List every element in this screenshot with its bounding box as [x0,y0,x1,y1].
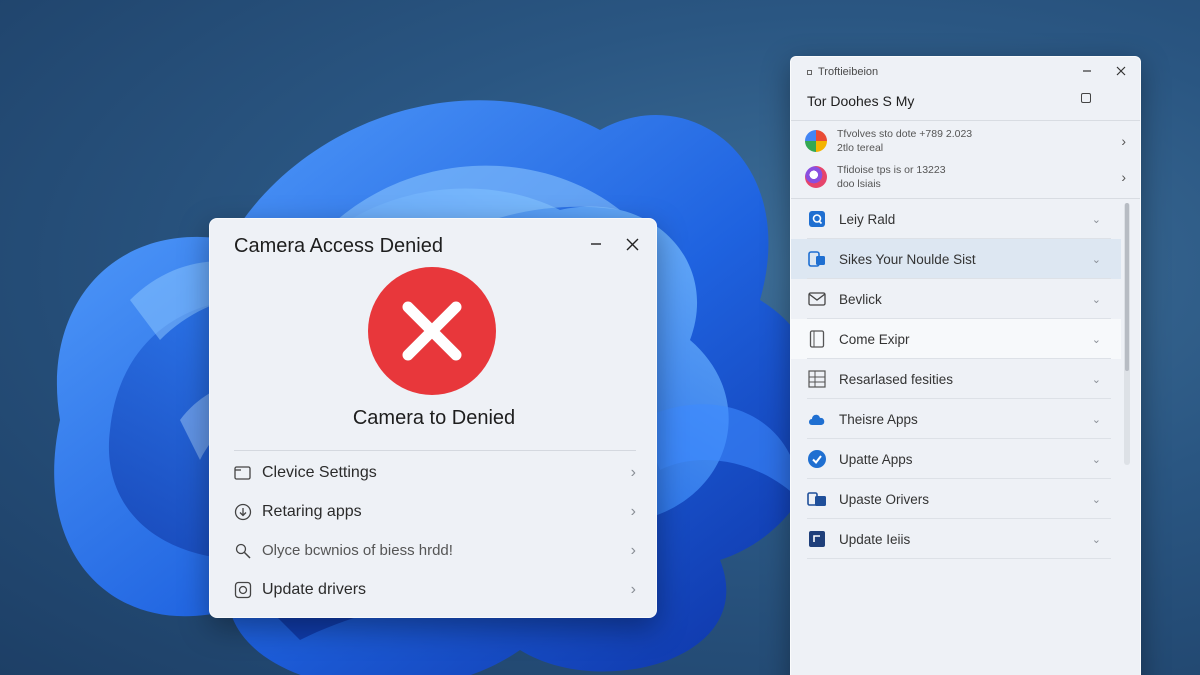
app-name: Troftieibeion [818,66,879,78]
panel-item-label: Theisre Apps [839,411,918,427]
notification-line2: doo lsiais [837,178,881,190]
notification-line1: Tfvolves sto dote +789 2.023 [837,128,973,140]
panel-item-label: Upatte Apps [839,451,913,467]
dialog-message: Camera to Denied [352,407,516,429]
camera-denied-dialog: Camera Access Denied Camera to Denied Cl… [209,218,657,618]
notification-item[interactable]: Tfvolves sto dote +789 2.023 2tlo tereal… [805,123,1130,159]
app-pink-icon [805,166,827,188]
panel-item-label: Come Exipr [839,331,910,347]
panel-item-label: Sikes Your Noulde Sist [839,251,976,267]
minimize-icon [1083,70,1091,72]
panel-minimize-button[interactable] [1077,63,1097,79]
dialog-title: Camera Access Denied [234,235,443,257]
update-drivers-option[interactable]: Update drivers › [234,570,636,609]
panel-close-button[interactable] [1111,63,1131,79]
chevron-right-icon: › [630,502,636,520]
chevron-down-icon: ⌄ [1091,413,1101,426]
grid-icon [807,369,827,389]
panel-item-label: Update Ieiis [839,531,911,547]
troubleshooter-panel: Troftieibeion Tor Doohes S My Tfvolves s… [790,56,1141,675]
chevron-down-icon: ⌄ [1091,533,1101,546]
chevron-down-icon: ⌄ [1091,493,1101,506]
chevron-down-icon: ⌄ [1091,293,1101,306]
panel-item-upatte-apps[interactable]: Upatte Apps ⌄ [791,439,1121,479]
panel-item-fesities[interactable]: Resarlased fesities ⌄ [791,359,1121,399]
minimize-icon [591,243,601,245]
close-button[interactable] [618,231,646,257]
chevron-down-icon: ⌄ [1091,253,1101,266]
cloud-icon [807,409,827,429]
panel-item-noulde-sist[interactable]: Sikes Your Noulde Sist ⌄ [791,239,1121,279]
tablet-icon [807,329,827,349]
search-option[interactable]: Olyce bcwnios of biess hrdd! › [234,531,636,570]
chevron-right-icon: › [630,580,636,598]
panel-item-leiy-rald[interactable]: Leiy Rald ⌄ [791,199,1121,239]
panel-stop-button[interactable] [1081,93,1091,103]
option-label: Update drivers [262,580,367,598]
chevron-right-icon: › [1121,169,1126,185]
app-multicolor-icon [805,130,827,152]
close-icon [1116,66,1126,76]
device-settings-option[interactable]: Clevice Settings › [234,453,636,492]
panel-item-label: Leiy Rald [839,211,896,227]
panel-app-title: Troftieibeion [807,66,878,78]
panel-header: Tor Doohes S My [807,93,915,109]
chevron-right-icon: › [630,541,636,559]
chevron-right-icon: › [630,463,636,481]
notification-item[interactable]: Tfidoise tps is or 13223 doo lsiais › [805,159,1130,195]
app-icon [807,69,812,75]
panel-item-label: Upaste Orivers [839,491,930,507]
panel-item-upaste-orivers[interactable]: Upaste Orivers ⌄ [791,479,1121,519]
chevron-down-icon: ⌄ [1091,213,1101,226]
search-icon [234,542,252,560]
panel-item-bevlick[interactable]: Bevlick ⌄ [791,279,1121,319]
chevron-down-icon: ⌄ [1091,373,1101,386]
check-circle-icon [807,449,827,469]
panel-item-come-exipr[interactable]: Come Exipr ⌄ [791,319,1121,359]
option-label: Retaring apps [262,502,362,520]
notification-line1: Tfidoise tps is or 13223 [837,164,946,176]
error-icon [368,267,496,395]
camera-icon [234,581,252,599]
panel-item-label: Bevlick [839,291,882,307]
minimize-button[interactable] [582,231,610,257]
notification-line2: 2tlo tereal [837,142,884,154]
option-label: Olyce bcwnios of biess hrdd! [262,542,453,559]
device-icon [807,249,827,269]
chevron-down-icon: ⌄ [1091,453,1101,466]
dialog-options-list: Clevice Settings › Retaring apps › Olyce… [234,453,636,609]
download-icon [234,503,252,521]
retaring-apps-option[interactable]: Retaring apps › [234,492,636,531]
option-label: Clevice Settings [262,463,377,481]
folder-icon [234,464,252,482]
close-icon [626,238,638,250]
panel-options-list: Leiy Rald ⌄ Sikes Your Noulde Sist ⌄ Bev… [791,199,1121,559]
panel-item-update-ieiis[interactable]: Update Ieiis ⌄ [791,519,1121,559]
dialog-divider [234,450,636,451]
panel-item-label: Resarlased fesities [839,371,954,387]
panel-scrollbar-thumb[interactable] [1125,203,1129,371]
update-icon [807,529,827,549]
mail-icon [807,289,827,309]
chevron-right-icon: › [1121,133,1126,149]
chevron-down-icon: ⌄ [1091,333,1101,346]
photo-icon [807,209,827,229]
devices-icon [807,489,827,509]
panel-divider [791,120,1140,121]
panel-item-theisre-apps[interactable]: Theisre Apps ⌄ [791,399,1121,439]
